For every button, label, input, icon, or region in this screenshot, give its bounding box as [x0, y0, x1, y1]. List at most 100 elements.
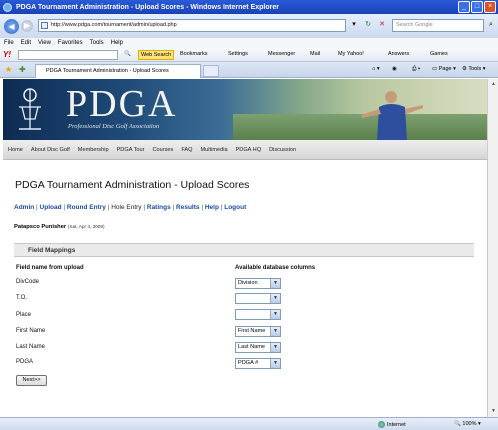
print-icon[interactable]: ⎙ ▾ [412, 66, 420, 73]
minimize-button[interactable]: _ [458, 1, 470, 13]
link-upload[interactable]: Upload [40, 204, 62, 211]
search-placeholder: Search Google [396, 22, 433, 28]
yahoo-toolbar: Y! 🔍 Web Search Bookmarks Settings Messe… [0, 48, 498, 62]
nav-faq[interactable]: FAQ [181, 147, 192, 153]
stop-icon[interactable]: ✕ [376, 19, 388, 32]
window-titlebar: PDGA Tournament Administration - Upload … [0, 0, 498, 14]
yahoo-search-input[interactable] [18, 50, 118, 60]
address-input[interactable]: http://www.pdga.com/tournament/admin/upl… [38, 19, 346, 32]
menu-edit[interactable]: Edit [21, 40, 31, 46]
chevron-down-icon[interactable]: ▼ [270, 294, 280, 303]
nav-membership[interactable]: Membership [78, 147, 109, 153]
column-header-upload: Field name from upload [16, 265, 84, 271]
magnifier-icon[interactable]: 🔍 [124, 51, 131, 57]
zoom-control[interactable]: 🔍 100% ▾ [454, 421, 481, 427]
select-divcode[interactable]: Division ▼ [235, 278, 281, 289]
globe-icon [378, 421, 385, 428]
maximize-button[interactable]: □ [471, 1, 483, 13]
chevron-down-icon[interactable]: ▼ [270, 310, 280, 319]
new-tab-button[interactable] [203, 65, 219, 77]
field-mappings-title: Field Mappings [28, 247, 76, 254]
select-first-name[interactable]: First Name ▼ [235, 326, 281, 337]
search-input[interactable]: Search Google [392, 19, 484, 32]
messenger-button[interactable]: Messenger [268, 51, 295, 57]
select-last-name[interactable]: Last Name ▼ [235, 342, 281, 353]
nav-about-disc-golf[interactable]: About Disc Golf [31, 147, 70, 153]
select-place[interactable]: ▼ [235, 309, 281, 320]
pdga-logo[interactable]: PDGA [66, 82, 177, 126]
ie-logo-icon [3, 2, 12, 12]
nav-home[interactable]: Home [8, 147, 23, 153]
menu-favorites[interactable]: Favorites [58, 40, 83, 46]
nav-pdga-tour[interactable]: PDGA Tour [117, 147, 145, 153]
window-title: PDGA Tournament Administration - Upload … [16, 3, 279, 11]
menu-view[interactable]: View [38, 40, 51, 46]
scroll-down-icon[interactable]: ▼ [489, 407, 498, 416]
menu-tools[interactable]: Tools [90, 40, 104, 46]
tools-menu[interactable]: ⚙ Tools ▾ [462, 66, 486, 72]
select-value: Division [238, 280, 258, 286]
chevron-down-icon[interactable]: ▼ [270, 359, 280, 368]
chevron-down-icon[interactable]: ▼ [270, 327, 280, 336]
menu-bar: File Edit View Favorites Tools Help [0, 38, 498, 48]
tab-label: PDGA Tournament Administration - Upload … [46, 68, 169, 74]
yahoo-logo-icon[interactable]: Y! [3, 50, 11, 59]
select-value: Last Name [238, 344, 266, 350]
chevron-down-icon[interactable]: ▼ [270, 343, 280, 352]
close-button[interactable]: × [484, 1, 496, 13]
tools-menu-label: Tools [468, 66, 482, 72]
forward-button[interactable]: ▶ [21, 20, 33, 32]
nav-multimedia[interactable]: Multimedia [201, 147, 228, 153]
my-yahoo-button[interactable]: My Yahoo! [338, 51, 364, 57]
nav-discussion[interactable]: Discussion [269, 147, 296, 153]
select-to[interactable]: ▼ [235, 293, 281, 304]
disc-golfer-photo [361, 91, 423, 140]
tab-upload-scores[interactable]: PDGA Tournament Administration - Upload … [35, 64, 201, 78]
site-nav: Home About Disc Golf Membership PDGA Tou… [3, 140, 487, 160]
menu-file[interactable]: File [4, 40, 14, 46]
address-dropdown-button[interactable]: ▾ [348, 19, 360, 32]
feeds-icon[interactable]: ◉ [392, 66, 397, 72]
select-value: PDGA # [238, 360, 259, 366]
bookmarks-button[interactable]: Bookmarks [180, 51, 208, 57]
field-to: T.O. [16, 295, 28, 301]
admin-links: Admin | Upload | Round Entry | Hole Entr… [14, 204, 246, 211]
field-pdga: PDGA [16, 359, 34, 365]
add-favorites-icon[interactable]: ✚ [19, 65, 26, 74]
link-admin[interactable]: Admin [14, 204, 34, 211]
zone-label: Internet [387, 421, 406, 428]
link-help[interactable]: Help [205, 204, 219, 211]
nav-pdga-hq[interactable]: PDGA HQ [236, 147, 262, 153]
link-round-entry[interactable]: Round Entry [67, 204, 106, 211]
favorites-star-icon[interactable]: ★ [5, 65, 12, 74]
event-heading: Patapsco Punisher (Sat, Apr 4, 2009) [14, 224, 105, 230]
link-results[interactable]: Results [176, 204, 199, 211]
event-name: Patapsco Punisher [14, 224, 67, 230]
scroll-up-icon[interactable]: ▲ [489, 80, 498, 89]
web-search-button[interactable]: Web Search [138, 50, 175, 60]
link-ratings[interactable]: Ratings [147, 204, 171, 211]
answers-button[interactable]: Answers [388, 51, 409, 57]
select-pdga[interactable]: PDGA # ▼ [235, 358, 281, 369]
page-menu[interactable]: ▭ Page ▾ [432, 66, 456, 72]
refresh-icon[interactable]: ↻ [362, 19, 374, 32]
vertical-scrollbar[interactable]: ▲ ▼ [487, 79, 498, 417]
field-last-name: Last Name [16, 344, 46, 350]
link-logout[interactable]: Logout [224, 204, 246, 211]
mail-button[interactable]: Mail [310, 51, 320, 57]
home-icon[interactable]: ⌂ ▾ [372, 66, 380, 72]
status-bar: Internet 🔍 100% ▾ [0, 417, 498, 430]
chevron-down-icon[interactable]: ▼ [270, 279, 280, 288]
games-button[interactable]: Games [430, 51, 448, 57]
field-place: Place [16, 312, 32, 318]
menu-help[interactable]: Help [111, 40, 123, 46]
search-icon[interactable]: ⌕ [485, 19, 497, 32]
nav-courses[interactable]: Courses [152, 147, 173, 153]
zoom-level: 100% [462, 421, 477, 427]
settings-button[interactable]: Settings [228, 51, 248, 57]
tab-bar: ★ ✚ PDGA Tournament Administration - Upl… [0, 62, 498, 78]
field-divcode: DivCode [16, 279, 40, 285]
link-hole-entry[interactable]: Hole Entry [111, 204, 141, 211]
next-button[interactable]: Next>> [16, 375, 47, 386]
back-button[interactable]: ◀ [4, 18, 19, 34]
